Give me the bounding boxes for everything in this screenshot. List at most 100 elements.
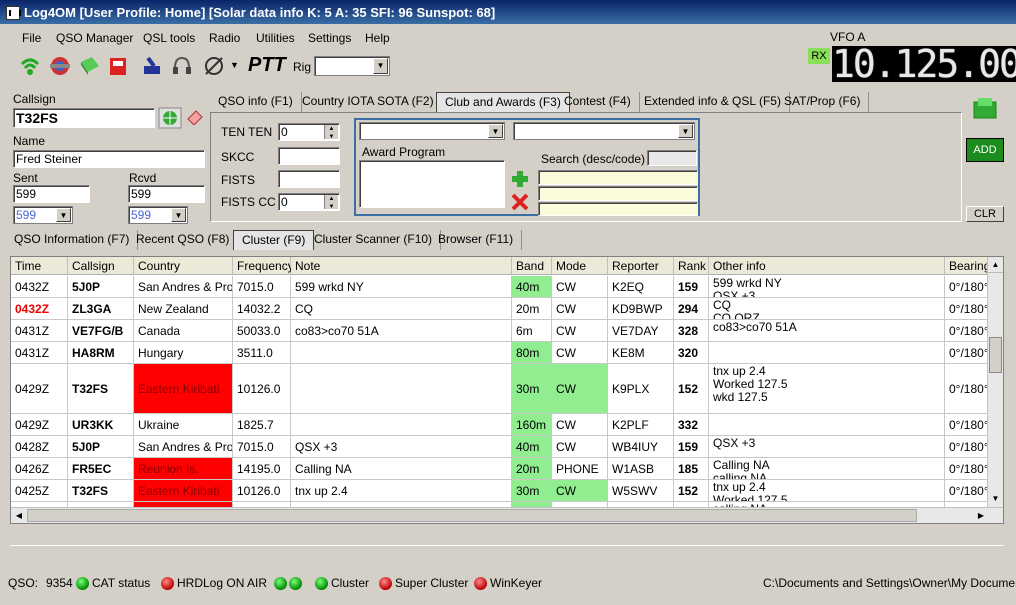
name-input[interactable]: Fred Steiner bbox=[13, 150, 205, 168]
cat-status[interactable]: CAT status bbox=[92, 572, 150, 594]
table-row[interactable]: 0429Z UR3KK Ukraine 1825.7 160m CW K2PLF 332 0°/… bbox=[11, 414, 991, 436]
book-icon[interactable] bbox=[78, 54, 102, 78]
hrdlog-status[interactable]: HRDLog ON AIR bbox=[177, 572, 267, 594]
cell-mode: CW bbox=[552, 414, 608, 435]
tab-sat-prop[interactable]: SAT/Prop (F6) bbox=[776, 92, 870, 112]
menu-help[interactable]: Help bbox=[365, 31, 390, 45]
headset-icon[interactable] bbox=[170, 54, 194, 78]
mailbox-icon[interactable] bbox=[106, 54, 130, 78]
menu-file[interactable]: File bbox=[22, 31, 41, 45]
table-row[interactable]: 0432Z ZL3GA New Zealand 14032.2 CQ 20m CW KD9BW… bbox=[11, 298, 991, 320]
tab-qso-info[interactable]: QSO info (F1) bbox=[210, 92, 302, 112]
rcvd-combo[interactable]: 599 ▼ bbox=[128, 206, 188, 224]
skcc-input[interactable] bbox=[278, 147, 340, 165]
tab-cluster-scanner[interactable]: Cluster Scanner (F10) bbox=[306, 230, 442, 250]
award-result-2[interactable] bbox=[538, 186, 698, 201]
award-reference-select[interactable]: ▼ bbox=[513, 122, 695, 140]
scroll-up-icon[interactable]: ▲ bbox=[988, 257, 1003, 273]
eraser-icon[interactable] bbox=[186, 109, 204, 126]
tab-browser[interactable]: Browser (F11) bbox=[430, 230, 523, 250]
award-result-1[interactable] bbox=[538, 170, 698, 185]
add-award-icon[interactable] bbox=[510, 170, 530, 188]
vertical-scrollbar[interactable]: ▲ ▼ bbox=[987, 257, 1003, 523]
save-icon[interactable] bbox=[972, 96, 998, 122]
col-bearing[interactable]: Bearing bbox=[945, 257, 991, 275]
table-row[interactable]: 0429Z T32FS Eastern Kiribati 10126.0 30m CW K9… bbox=[11, 364, 991, 414]
callsign-input[interactable]: T32FS bbox=[13, 108, 155, 128]
globe-icon[interactable] bbox=[158, 107, 182, 129]
col-mode[interactable]: Mode bbox=[552, 257, 608, 275]
ptt-button[interactable]: PTT bbox=[248, 54, 286, 77]
chevron-down-icon[interactable]: ▼ bbox=[56, 208, 71, 222]
menu-utilities[interactable]: Utilities bbox=[256, 31, 295, 45]
cell-freq: 10126.0 bbox=[233, 364, 291, 413]
rig-select[interactable]: ▼ bbox=[314, 56, 390, 76]
antenna-dropdown-icon[interactable]: ▼ bbox=[230, 60, 239, 70]
col-band[interactable]: Band bbox=[512, 257, 552, 275]
cluster-grid[interactable]: Time Callsign Country Frequency Note Ban… bbox=[10, 256, 1004, 524]
menu-qso-manager[interactable]: QSO Manager bbox=[56, 31, 133, 45]
table-row[interactable]: 0431Z VE7FG/B Canada 50033.0 co83>co70 51A 6m… bbox=[11, 320, 991, 342]
award-program-list[interactable] bbox=[359, 160, 505, 208]
chevron-down-icon[interactable]: ▼ bbox=[488, 124, 503, 138]
col-note[interactable]: Note bbox=[291, 257, 512, 275]
menu-qsl-tools[interactable]: QSL tools bbox=[143, 31, 195, 45]
col-frequency[interactable]: Frequency bbox=[233, 257, 294, 275]
scroll-thumb[interactable] bbox=[989, 337, 1002, 373]
tab-club-awards[interactable]: Club and Awards (F3) bbox=[436, 92, 570, 112]
table-row[interactable]: 0432Z 5J0P San Andres & Pro... 7015.0 599 wr… bbox=[11, 276, 991, 298]
tab-cluster[interactable]: Cluster (F9) bbox=[233, 230, 315, 250]
table-row[interactable]: 0426Z FR5EC Reunion Is. 14195.0 Calling NA 20… bbox=[11, 458, 991, 480]
table-row[interactable]: 0431Z HA8RM Hungary 3511.0 80m CW KE8M 320 0°/18… bbox=[11, 342, 991, 364]
horizontal-scrollbar[interactable]: ◀ ▶ bbox=[11, 507, 1003, 523]
tab-recent-qso[interactable]: Recent QSO (F8) bbox=[128, 230, 239, 250]
table-row[interactable]: 0428Z 5J0P San Andres & Pro... 7015.0 QSX +3… bbox=[11, 436, 991, 458]
cell-country: San Andres & Pro... bbox=[134, 276, 233, 297]
cell-bearing: 0°/180° bbox=[945, 276, 991, 297]
col-country[interactable]: Country bbox=[134, 257, 233, 275]
cell-rank: 152 bbox=[674, 364, 709, 413]
rcvd-input[interactable]: 599 bbox=[128, 185, 205, 203]
winkeyer-status[interactable]: WinKeyer bbox=[490, 572, 542, 594]
col-other-info[interactable]: Other info bbox=[709, 257, 945, 275]
tab-contest[interactable]: Contest (F4) bbox=[556, 92, 640, 112]
cell-other: co83>co70 51A bbox=[709, 320, 945, 341]
key-icon[interactable] bbox=[140, 54, 164, 78]
menu-settings[interactable]: Settings bbox=[308, 31, 351, 45]
tab-extended-info-qsl[interactable]: Extended info & QSL (F5) bbox=[636, 92, 790, 112]
scroll-down-icon[interactable]: ▼ bbox=[988, 491, 1003, 507]
chevron-down-icon[interactable]: ▼ bbox=[171, 208, 186, 222]
award-result-3[interactable] bbox=[538, 202, 698, 216]
fists-input[interactable] bbox=[278, 170, 340, 188]
ten-ten-spinner[interactable]: 0 ▲ ▼ bbox=[278, 123, 340, 141]
add-button[interactable]: ADD bbox=[966, 138, 1004, 162]
scroll-right-icon[interactable]: ▶ bbox=[973, 508, 989, 523]
table-row[interactable]: 0425Z T32FS Eastern Kiribati 10126.0 tnx up … bbox=[11, 480, 991, 502]
cell-bearing: 0°/180° bbox=[945, 414, 991, 435]
cluster-status[interactable]: Cluster bbox=[331, 572, 369, 594]
col-time[interactable]: Time bbox=[11, 257, 68, 275]
col-reporter[interactable]: Reporter bbox=[608, 257, 674, 275]
hscroll-thumb[interactable] bbox=[27, 509, 917, 522]
tab-qso-information[interactable]: QSO Information (F7) bbox=[6, 230, 139, 250]
remove-award-icon[interactable] bbox=[510, 192, 530, 212]
clear-button[interactable]: CLR bbox=[966, 206, 1004, 222]
super-cluster-status[interactable]: Super Cluster bbox=[395, 572, 468, 594]
spin-arrows-icon[interactable]: ▲ ▼ bbox=[324, 195, 338, 210]
antenna-icon[interactable] bbox=[202, 54, 226, 78]
menu-radio[interactable]: Radio bbox=[209, 31, 240, 45]
search-input[interactable] bbox=[647, 150, 697, 166]
chevron-down-icon[interactable]: ▼ bbox=[373, 58, 388, 74]
tab-country-iota-sota[interactable]: Country IOTA SOTA (F2) bbox=[294, 92, 443, 112]
scroll-left-icon[interactable]: ◀ bbox=[11, 508, 27, 523]
sent-input[interactable]: 599 bbox=[13, 185, 90, 203]
col-rank[interactable]: Rank bbox=[674, 257, 709, 275]
sent-combo[interactable]: 599 ▼ bbox=[13, 206, 73, 224]
spin-arrows-icon[interactable]: ▲ ▼ bbox=[324, 125, 338, 140]
fists-cc-spinner[interactable]: 0 ▲ ▼ bbox=[278, 193, 340, 211]
wifi-icon[interactable] bbox=[18, 54, 42, 78]
satellite-icon[interactable] bbox=[48, 54, 72, 78]
award-type-select[interactable]: ▼ bbox=[359, 122, 505, 140]
chevron-down-icon[interactable]: ▼ bbox=[678, 124, 693, 138]
col-callsign[interactable]: Callsign bbox=[68, 257, 134, 275]
